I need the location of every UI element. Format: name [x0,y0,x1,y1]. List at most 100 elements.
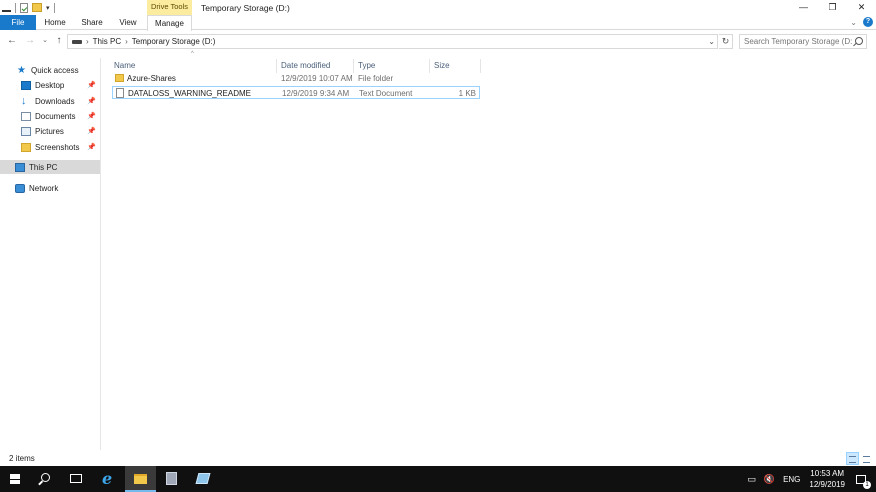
expand-ribbon-chevron-icon[interactable]: ⌄ [850,18,857,27]
sidebar-item-desktop[interactable]: Desktop 📌 [0,78,100,92]
sidebar-item-this-pc[interactable]: This PC [0,160,100,174]
tab-file[interactable]: File [0,15,36,30]
column-header-type[interactable]: Type [358,60,375,72]
windows-logo-icon [10,474,20,484]
breadcrumb-chevron-icon[interactable]: › [86,37,89,46]
storage-explorer-button[interactable] [187,466,218,492]
star-icon: ★ [17,64,26,76]
qat-separator [15,2,16,13]
recent-locations-chevron-icon[interactable]: ⌄ [39,34,51,48]
sidebar-item-label: Downloads [35,96,75,106]
minimize-button[interactable]: — [789,0,818,15]
clock[interactable]: 10:53 AM 12/9/2019 [809,468,845,490]
sidebar-item-label: Pictures [35,126,64,136]
column-divider[interactable] [276,59,277,73]
text-document-icon [116,88,124,98]
new-folder-icon[interactable] [32,3,42,12]
breadcrumb-temporary-storage[interactable]: Temporary Storage (D:) [132,37,216,46]
file-type: File folder [358,74,394,83]
pin-icon: 📌 [87,128,96,135]
download-icon: ↓ [21,94,27,107]
language-indicator[interactable]: ENG [783,475,800,484]
server-manager-button[interactable] [156,466,187,492]
internet-explorer-button[interactable]: e [94,466,125,492]
customize-toolbar-chevron-icon[interactable]: ▾ [46,4,50,12]
search-input[interactable] [740,35,852,48]
taskbar: e ▭ 🔇 ENG 10:53 AM 12/9/2019 [0,466,876,492]
folder-icon [115,74,124,82]
quick-access-toolbar: ▾ [2,2,55,13]
tab-home[interactable]: Home [40,15,70,30]
tab-manage[interactable]: Manage [147,15,192,31]
tab-share[interactable]: Share [77,15,107,30]
file-date-modified: 12/9/2019 10:07 AM [281,74,353,83]
title-bar: ▾ Drive Tools Temporary Storage (D:) — ❐… [0,0,876,15]
qat-separator [53,2,55,13]
pictures-icon [21,126,31,136]
task-view-icon[interactable] [70,474,82,483]
large-icons-view-icon[interactable] [860,452,873,465]
desktop-icon [21,80,31,90]
ribbon-tab-bar: File Home Share View Manage ⌄ ? [0,15,876,31]
server-manager-icon [166,472,177,485]
documents-icon [21,111,31,121]
file-type: Text Document [359,89,413,98]
column-divider[interactable] [353,59,354,73]
checkbox-properties-icon[interactable] [20,2,28,13]
file-size: 1 KB [458,89,476,98]
taskbar-search-icon[interactable] [41,473,50,482]
drive-tools-context-label: Drive Tools [147,0,192,15]
column-header-name[interactable]: Name [114,60,135,72]
pin-icon: 📌 [87,98,96,105]
sidebar-item-documents[interactable]: Documents 📌 [0,109,100,123]
internet-explorer-icon: e [102,469,113,488]
navigation-pane: ★ Quick access Desktop 📌 ↓ Downloads 📌 D… [0,58,101,450]
pin-icon: 📌 [87,82,96,89]
network-tray-icon[interactable]: ▭ [747,474,756,485]
address-bar[interactable]: › This PC › Temporary Storage (D:) ⌄ [67,34,718,49]
column-header-date-modified[interactable]: Date modified [281,60,330,72]
refresh-icon[interactable]: ↻ [719,34,733,49]
window-title: Temporary Storage (D:) [201,3,290,13]
sidebar-item-pictures[interactable]: Pictures 📌 [0,124,100,138]
forward-arrow-icon[interactable]: → [24,34,36,48]
up-arrow-icon[interactable]: ↑ [53,34,65,48]
search-icon[interactable] [855,37,863,45]
folder-icon [21,142,31,152]
back-arrow-icon[interactable]: ← [6,34,18,48]
sidebar-item-downloads[interactable]: ↓ Downloads 📌 [0,94,100,108]
notification-center-icon[interactable] [856,474,871,489]
column-divider[interactable] [429,59,430,73]
file-explorer-button[interactable] [125,466,156,492]
sidebar-item-label: Network [29,183,59,193]
column-divider[interactable] [480,59,481,73]
details-view-icon[interactable] [846,452,859,465]
start-button[interactable] [0,466,31,492]
network-icon [15,183,25,193]
volume-muted-icon[interactable]: 🔇 [764,474,775,485]
breadcrumb-this-pc[interactable]: This PC [93,37,121,46]
pin-icon: 📌 [87,113,96,120]
file-explorer-icon [134,474,147,484]
item-count: 2 items [9,454,35,463]
address-dropdown-chevron-icon[interactable]: ⌄ [708,35,715,48]
help-icon[interactable]: ? [863,17,873,27]
properties-icon[interactable] [2,4,11,12]
storage-explorer-icon [195,473,211,484]
restore-button[interactable]: ❐ [818,0,847,15]
column-header-size[interactable]: Size [434,60,450,72]
close-button[interactable]: ✕ [847,0,876,15]
sidebar-item-label: Quick access [31,65,79,75]
computer-icon [15,162,25,172]
file-row-dataloss-warning-readme[interactable]: DATALOSS_WARNING_README 12/9/2019 9:34 A… [112,86,480,99]
breadcrumb-chevron-icon[interactable]: › [125,37,128,46]
search-box[interactable] [739,34,867,49]
tab-view[interactable]: View [114,15,142,30]
window-controls: — ❐ ✕ [789,0,876,15]
file-row-azure-shares[interactable]: Azure-Shares 12/9/2019 10:07 AM File fol… [112,72,480,85]
sidebar-item-quick-access[interactable]: ★ Quick access [0,63,100,77]
clock-time: 10:53 AM [810,469,845,478]
sidebar-item-screenshots[interactable]: Screenshots 📌 [0,140,100,154]
sort-ascending-icon: ^ [191,51,194,57]
sidebar-item-network[interactable]: Network [0,181,100,195]
